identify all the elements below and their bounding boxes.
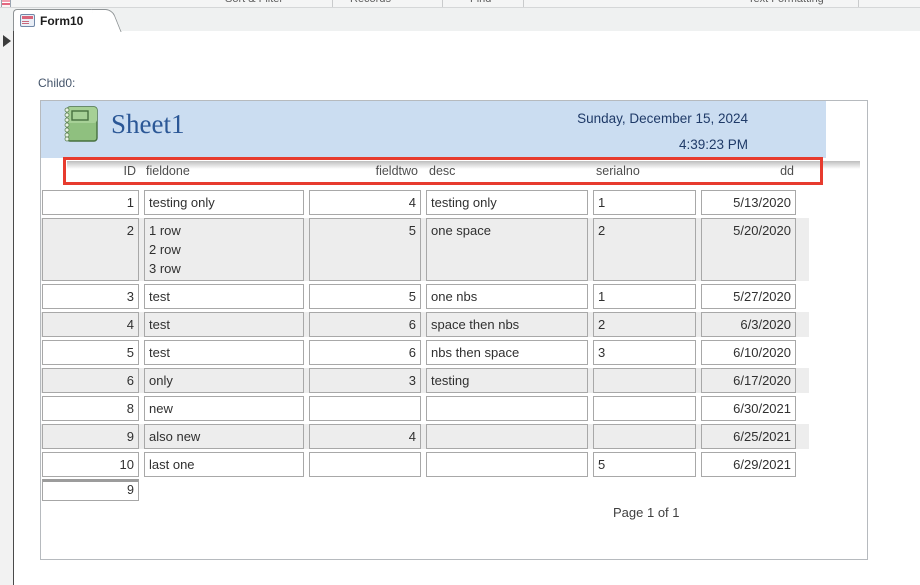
cell-desc[interactable]: testing: [426, 368, 588, 393]
table-row: 21 row 2 row 3 row 5 one space 2 5/20/2020: [41, 218, 809, 281]
ribbon-separator: [442, 0, 443, 7]
cell-dd[interactable]: 6/25/2021: [701, 424, 796, 449]
cell-fieldone[interactable]: testing only: [144, 190, 304, 215]
ribbon-separator: [332, 0, 333, 7]
ribbon-separator: [858, 0, 859, 7]
record-selector-strip[interactable]: [0, 31, 14, 585]
cell-dd[interactable]: 5/27/2020: [701, 284, 796, 309]
ribbon-group-find: Find: [470, 0, 491, 5]
column-header-fieldtwo: fieldtwo: [375, 164, 418, 178]
cell-id[interactable]: 4: [42, 312, 139, 337]
cell-desc[interactable]: one nbs: [426, 284, 588, 309]
cell-dd[interactable]: 6/29/2021: [701, 452, 796, 477]
cell-fieldtwo[interactable]: 6: [309, 312, 421, 337]
cell-fieldtwo[interactable]: [309, 396, 421, 421]
column-header-id: ID: [123, 164, 137, 178]
column-header-fieldone: fieldone: [146, 164, 190, 178]
document-tab-strip: Form10: [0, 8, 920, 31]
cell-id[interactable]: 5: [42, 340, 139, 365]
cell-fieldtwo[interactable]: 5: [309, 284, 421, 309]
table-row: 4 test 6 space then nbs 2 6/3/2020: [41, 312, 809, 337]
report-title: Sheet1: [111, 109, 185, 139]
cell-serialno[interactable]: 2: [593, 218, 696, 281]
cell-dd[interactable]: 6/10/2020: [701, 340, 796, 365]
cell-dd[interactable]: 6/3/2020: [701, 312, 796, 337]
cell-dd[interactable]: 5/13/2020: [701, 190, 796, 215]
cell-serialno[interactable]: 3: [593, 340, 696, 365]
cell-fieldtwo[interactable]: 3: [309, 368, 421, 393]
cell-id[interactable]: 3: [42, 284, 139, 309]
cell-serialno[interactable]: [593, 368, 696, 393]
cell-id[interactable]: 6: [42, 368, 139, 393]
tab-label: Form10: [40, 14, 84, 28]
cell-serialno[interactable]: 5: [593, 452, 696, 477]
cell-desc[interactable]: [426, 452, 588, 477]
cell-desc[interactable]: space then nbs: [426, 312, 588, 337]
cell-dd[interactable]: 6/17/2020: [701, 368, 796, 393]
tab-form10[interactable]: Form10: [13, 9, 105, 31]
cell-fieldone[interactable]: also new: [144, 424, 304, 449]
cell-desc[interactable]: testing only: [426, 190, 588, 215]
report-time: 4:39:23 PM: [678, 137, 748, 152]
cell-serialno[interactable]: [593, 424, 696, 449]
ribbon-group-records: Records: [350, 0, 391, 5]
cell-id[interactable]: 10: [42, 452, 139, 477]
cell-serialno[interactable]: 2: [593, 312, 696, 337]
report-date: Sunday, December 15, 2024: [577, 111, 748, 126]
cell-serialno[interactable]: [593, 396, 696, 421]
cell-fieldone[interactable]: test: [144, 340, 304, 365]
column-header-serialno: serialno: [596, 164, 640, 178]
cell-fieldtwo[interactable]: 4: [309, 190, 421, 215]
subform-label: Child0:: [38, 76, 76, 90]
clipped-ribbon-icon: [1, 0, 11, 7]
record-count-box[interactable]: 9: [42, 479, 139, 501]
cell-dd[interactable]: 5/20/2020: [701, 218, 796, 281]
page-indicator: Page 1 of 1: [613, 505, 680, 520]
table-row: 3 test 5 one nbs 1 5/27/2020: [41, 284, 809, 309]
cell-dd[interactable]: 6/30/2021: [701, 396, 796, 421]
notebook-icon: [64, 106, 98, 142]
table-row: 1 testing only 4 testing only 1 5/13/2020: [41, 190, 809, 215]
column-header-dd: dd: [780, 164, 794, 178]
form-icon: [20, 14, 35, 27]
cell-fieldone[interactable]: test: [144, 284, 304, 309]
column-header-desc: desc: [429, 164, 456, 178]
ribbon-separator: [523, 0, 524, 7]
cell-fieldone[interactable]: 1 row 2 row 3 row: [144, 218, 304, 281]
cell-fieldtwo[interactable]: 5: [309, 218, 421, 281]
cell-fieldone[interactable]: only: [144, 368, 304, 393]
ribbon-group-sort-filter: Sort & Filter: [225, 0, 283, 5]
current-record-arrow-icon: [3, 35, 11, 47]
cell-serialno[interactable]: 1: [593, 190, 696, 215]
cell-fieldtwo[interactable]: [309, 452, 421, 477]
table-row: 6 only 3 testing 6/17/2020: [41, 368, 809, 393]
cell-desc[interactable]: nbs then space: [426, 340, 588, 365]
ribbon-group-text-formatting: Text Formatting: [748, 0, 824, 5]
cell-desc[interactable]: [426, 396, 588, 421]
ribbon-remnant: Sort & Filter Records Find Text Formatti…: [0, 0, 920, 8]
cell-id[interactable]: 1: [42, 190, 139, 215]
cell-id[interactable]: 2: [42, 218, 139, 281]
table-row: 10 last one 5 6/29/2021: [41, 452, 809, 477]
subform-canvas: Sheet1 Sunday, December 15, 2024 4:39:23…: [40, 100, 868, 560]
cell-serialno[interactable]: 1: [593, 284, 696, 309]
report-header-band: Sheet1 Sunday, December 15, 2024 4:39:23…: [41, 101, 826, 158]
cell-desc[interactable]: [426, 424, 588, 449]
cell-fieldone[interactable]: test: [144, 312, 304, 337]
table-row: 5 test 6 nbs then space 3 6/10/2020: [41, 340, 809, 365]
cell-id[interactable]: 8: [42, 396, 139, 421]
access-window: Sort & Filter Records Find Text Formatti…: [0, 0, 920, 585]
cell-desc[interactable]: one space: [426, 218, 588, 281]
cell-fieldtwo[interactable]: 4: [309, 424, 421, 449]
cell-fieldone[interactable]: last one: [144, 452, 304, 477]
table-row: 9 also new 4 6/25/2021: [41, 424, 809, 449]
detail-rows: 1 testing only 4 testing only 1 5/13/2020 2 1 r…: [41, 190, 809, 480]
table-row: 8 new 6/30/2021: [41, 396, 809, 421]
cell-fieldone[interactable]: new: [144, 396, 304, 421]
cell-fieldtwo[interactable]: 6: [309, 340, 421, 365]
cell-id[interactable]: 9: [42, 424, 139, 449]
